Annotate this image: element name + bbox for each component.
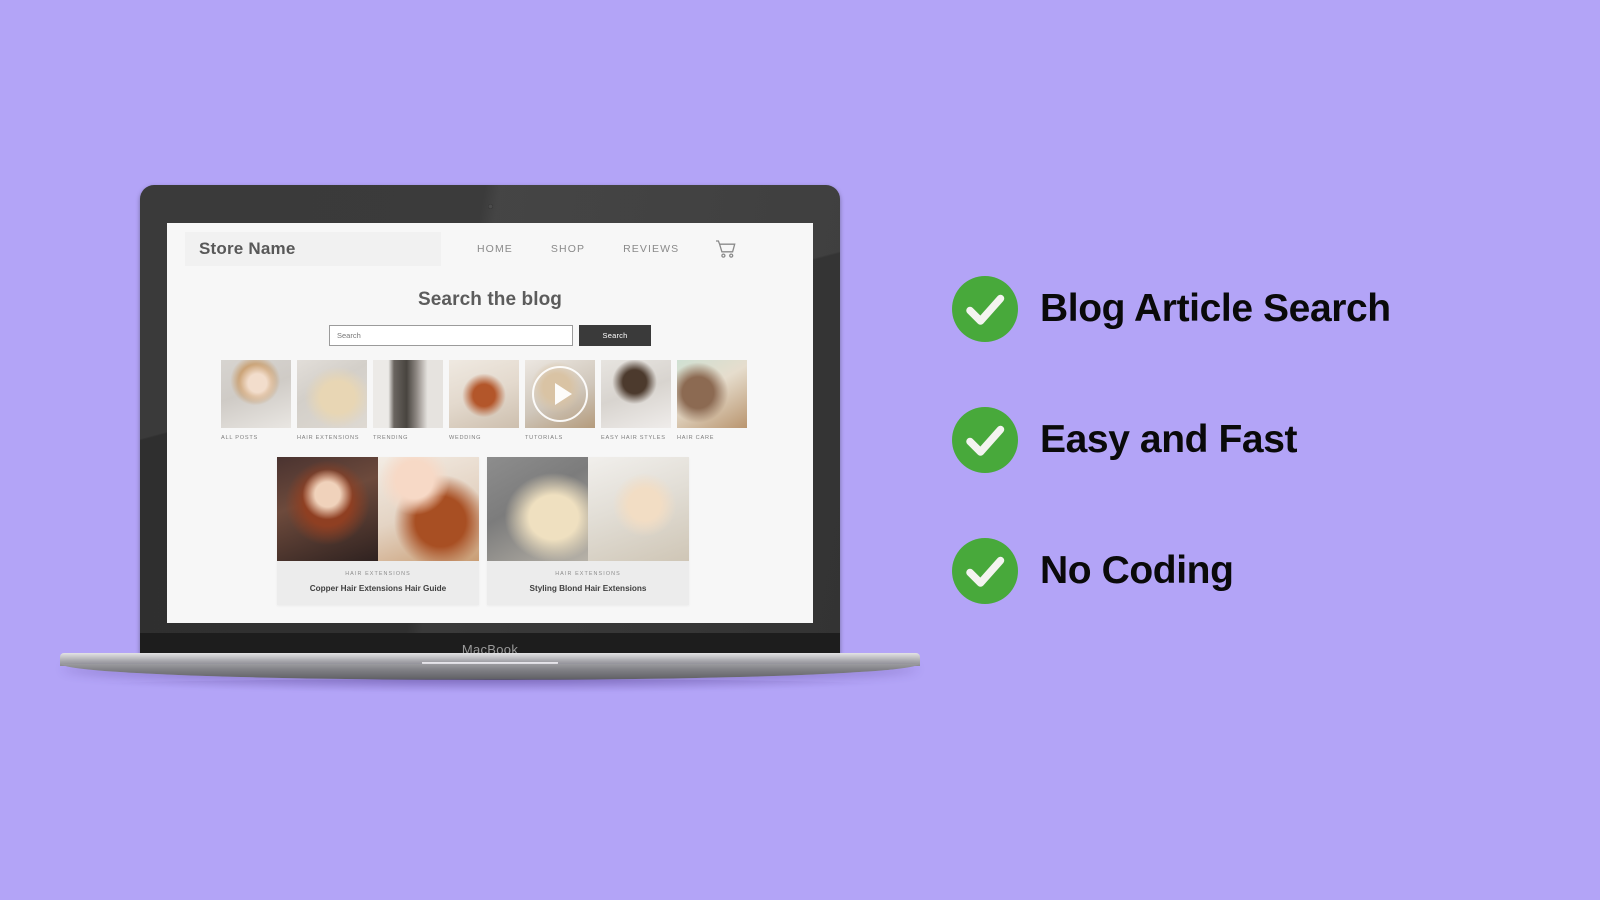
feature-row: No Coding (952, 538, 1552, 604)
applying-hair-serum-image (677, 360, 747, 428)
category-item[interactable]: HAIR CARE (677, 360, 747, 441)
search-input[interactable] (329, 325, 573, 346)
search-button[interactable]: Search (579, 325, 651, 346)
search-form: Search (167, 325, 813, 346)
bridal-updo-with-pearls-image (449, 360, 519, 428)
category-thumbnail[interactable] (677, 360, 747, 428)
laptop-screen: Store Name HOME SHOP REVIEWS Search the … (167, 223, 813, 623)
category-label: ALL POSTS (221, 435, 259, 441)
check-circle-icon (952, 538, 1018, 604)
category-item[interactable]: ALL POSTS (221, 360, 291, 441)
bride-with-floral-curls-image (378, 457, 479, 561)
shopping-cart-icon[interactable] (715, 239, 736, 259)
page-title: Search the blog (417, 289, 563, 310)
nav-item-home[interactable]: HOME (477, 243, 513, 255)
video-thumbnail-hair-styling-image (525, 360, 595, 428)
card-title[interactable]: Styling Blond Hair Extensions (487, 584, 689, 605)
store-logo-box[interactable]: Store Name (185, 232, 441, 266)
category-item[interactable]: TRENDING (373, 360, 443, 441)
feature-label: No Coding (1040, 549, 1234, 592)
laptop-lid: Store Name HOME SHOP REVIEWS Search the … (140, 185, 840, 665)
website-viewport: Store Name HOME SHOP REVIEWS Search the … (167, 223, 813, 623)
brush-through-straight-hair-image (373, 360, 443, 428)
main-nav: HOME SHOP REVIEWS (477, 243, 679, 255)
feature-label: Blog Article Search (1040, 287, 1391, 330)
card-media (277, 457, 479, 561)
blog-post-grid: HAIR EXTENSIONS Copper Hair Extensions Ha… (167, 457, 813, 605)
category-strip: ALL POSTS HAIR EXTENSIONS TRENDING WEDDING T… (167, 360, 813, 441)
category-label: WEDDING (449, 435, 482, 441)
combing-blond-extension-weft-image (487, 457, 588, 561)
card-media (487, 457, 689, 561)
check-circle-icon (952, 407, 1018, 473)
category-label: HAIR EXTENSIONS (297, 435, 360, 441)
redhead-portrait-image (277, 457, 378, 561)
category-thumbnail[interactable] (525, 360, 595, 428)
category-label: HAIR CARE (677, 435, 715, 441)
feature-label: Easy and Fast (1040, 418, 1298, 461)
card-title[interactable]: Copper Hair Extensions Hair Guide (277, 584, 479, 605)
category-thumbnail[interactable] (373, 360, 443, 428)
category-item[interactable]: WEDDING (449, 360, 519, 441)
category-label: TRENDING (373, 435, 409, 441)
laptop-base (60, 653, 920, 693)
webcam-dot-icon (487, 204, 493, 209)
category-thumbnail[interactable] (601, 360, 671, 428)
category-thumbnail[interactable] (449, 360, 519, 428)
category-item[interactable]: EASY HAIR STYLES (601, 360, 671, 441)
feature-row: Easy and Fast (952, 407, 1552, 473)
macbook-mockup: Store Name HOME SHOP REVIEWS Search the … (60, 185, 920, 693)
high-ponytail-side-profile-image (601, 360, 671, 428)
store-name: Store Name (199, 239, 296, 258)
category-label: TUTORIALS (525, 435, 564, 441)
woman-smiling-wavy-hair-image (221, 360, 291, 428)
blog-post-card[interactable]: HAIR EXTENSIONS Copper Hair Extensions Ha… (277, 457, 479, 605)
feature-list: Blog Article Search Easy and Fast No Codin… (952, 276, 1552, 669)
category-label: EASY HAIR STYLES (601, 435, 666, 441)
category-thumbnail[interactable] (297, 360, 367, 428)
blog-post-card[interactable]: HAIR EXTENSIONS Styling Blond Hair Extens… (487, 457, 689, 605)
check-circle-icon (952, 276, 1018, 342)
base-underside (62, 664, 918, 680)
hand-on-long-blond-curls-image (297, 360, 367, 428)
card-category: HAIR EXTENSIONS (345, 571, 411, 577)
category-item[interactable]: TUTORIALS (525, 360, 595, 441)
card-category: HAIR EXTENSIONS (555, 571, 621, 577)
feature-row: Blog Article Search (952, 276, 1552, 342)
blond-woman-resting-on-hand-image (588, 457, 689, 561)
category-item[interactable]: HAIR EXTENSIONS (297, 360, 367, 441)
base-shadow (70, 679, 910, 693)
nav-item-shop[interactable]: SHOP (551, 243, 585, 255)
nav-item-reviews[interactable]: REVIEWS (623, 243, 679, 255)
category-thumbnail[interactable] (221, 360, 291, 428)
site-header: Store Name HOME SHOP REVIEWS (167, 223, 813, 275)
